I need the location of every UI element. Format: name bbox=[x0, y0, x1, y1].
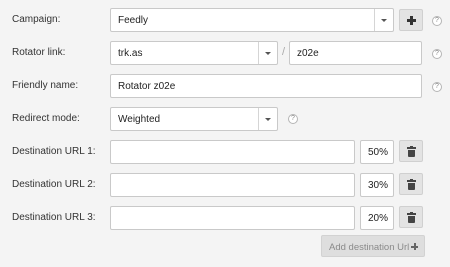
redirect-mode-row: Redirect mode: Weighted ? bbox=[0, 106, 450, 132]
destination-row: Destination URL 1: 50% bbox=[0, 139, 450, 165]
add-destination-label: Add destination Url bbox=[329, 242, 410, 253]
destination-weight-value: 30% bbox=[368, 180, 389, 191]
trash-icon bbox=[407, 146, 416, 157]
trash-icon bbox=[407, 212, 416, 223]
destination-row: Destination URL 2: 30% bbox=[0, 172, 450, 198]
plus-icon bbox=[411, 243, 418, 250]
redirect-mode-label: Redirect mode: bbox=[12, 113, 80, 124]
redirect-mode-select[interactable]: Weighted bbox=[110, 107, 278, 131]
friendly-name-row: Friendly name: Rotator z02e ? bbox=[0, 73, 450, 99]
delete-destination-button[interactable] bbox=[399, 140, 423, 162]
friendly-name-label: Friendly name: bbox=[12, 80, 79, 91]
question-mark-icon[interactable]: ? bbox=[432, 16, 442, 26]
campaign-select[interactable]: Feedly bbox=[110, 8, 394, 32]
rotator-link-row: Rotator link: trk.as / z02e ? bbox=[0, 40, 450, 66]
rotator-path-input[interactable]: z02e bbox=[289, 41, 422, 65]
delete-destination-button[interactable] bbox=[399, 206, 423, 228]
destination-label: Destination URL 3: bbox=[12, 212, 96, 223]
chevron-down-icon[interactable] bbox=[258, 108, 277, 130]
add-destination-button[interactable]: Add destination Url bbox=[321, 235, 425, 257]
destination-label: Destination URL 1: bbox=[12, 146, 96, 157]
trash-icon bbox=[407, 179, 416, 190]
destination-weight-value: 20% bbox=[368, 213, 389, 224]
destination-url-input[interactable] bbox=[110, 140, 355, 164]
add-campaign-button[interactable] bbox=[399, 9, 423, 31]
destination-weight-input[interactable]: 30% bbox=[360, 173, 394, 197]
friendly-name-value: Rotator z02e bbox=[118, 81, 176, 92]
delete-destination-button[interactable] bbox=[399, 173, 423, 195]
destination-weight-value: 50% bbox=[368, 147, 389, 158]
question-mark-icon[interactable]: ? bbox=[432, 82, 442, 92]
question-mark-icon[interactable]: ? bbox=[432, 49, 442, 59]
chevron-down-icon[interactable] bbox=[258, 42, 277, 64]
rotator-link-label: Rotator link: bbox=[12, 47, 66, 58]
destination-weight-input[interactable]: 50% bbox=[360, 140, 394, 164]
campaign-value: Feedly bbox=[118, 15, 149, 26]
chevron-down-icon[interactable] bbox=[374, 9, 393, 31]
rotator-domain-value: trk.as bbox=[118, 48, 143, 59]
campaign-label: Campaign: bbox=[12, 14, 61, 25]
plus-icon bbox=[407, 16, 416, 25]
destination-label: Destination URL 2: bbox=[12, 179, 96, 190]
friendly-name-input[interactable]: Rotator z02e bbox=[110, 74, 422, 98]
destination-weight-input[interactable]: 20% bbox=[360, 206, 394, 230]
rotator-path-value: z02e bbox=[297, 48, 319, 59]
campaign-row: Campaign: Feedly ? bbox=[0, 7, 450, 33]
rotator-domain-select[interactable]: trk.as bbox=[110, 41, 278, 65]
path-separator: / bbox=[282, 46, 286, 58]
destination-url-input[interactable] bbox=[110, 206, 355, 230]
destination-row: Destination URL 3: 20% bbox=[0, 205, 450, 231]
destination-url-input[interactable] bbox=[110, 173, 355, 197]
question-mark-icon[interactable]: ? bbox=[288, 114, 298, 124]
redirect-mode-value: Weighted bbox=[118, 114, 161, 125]
